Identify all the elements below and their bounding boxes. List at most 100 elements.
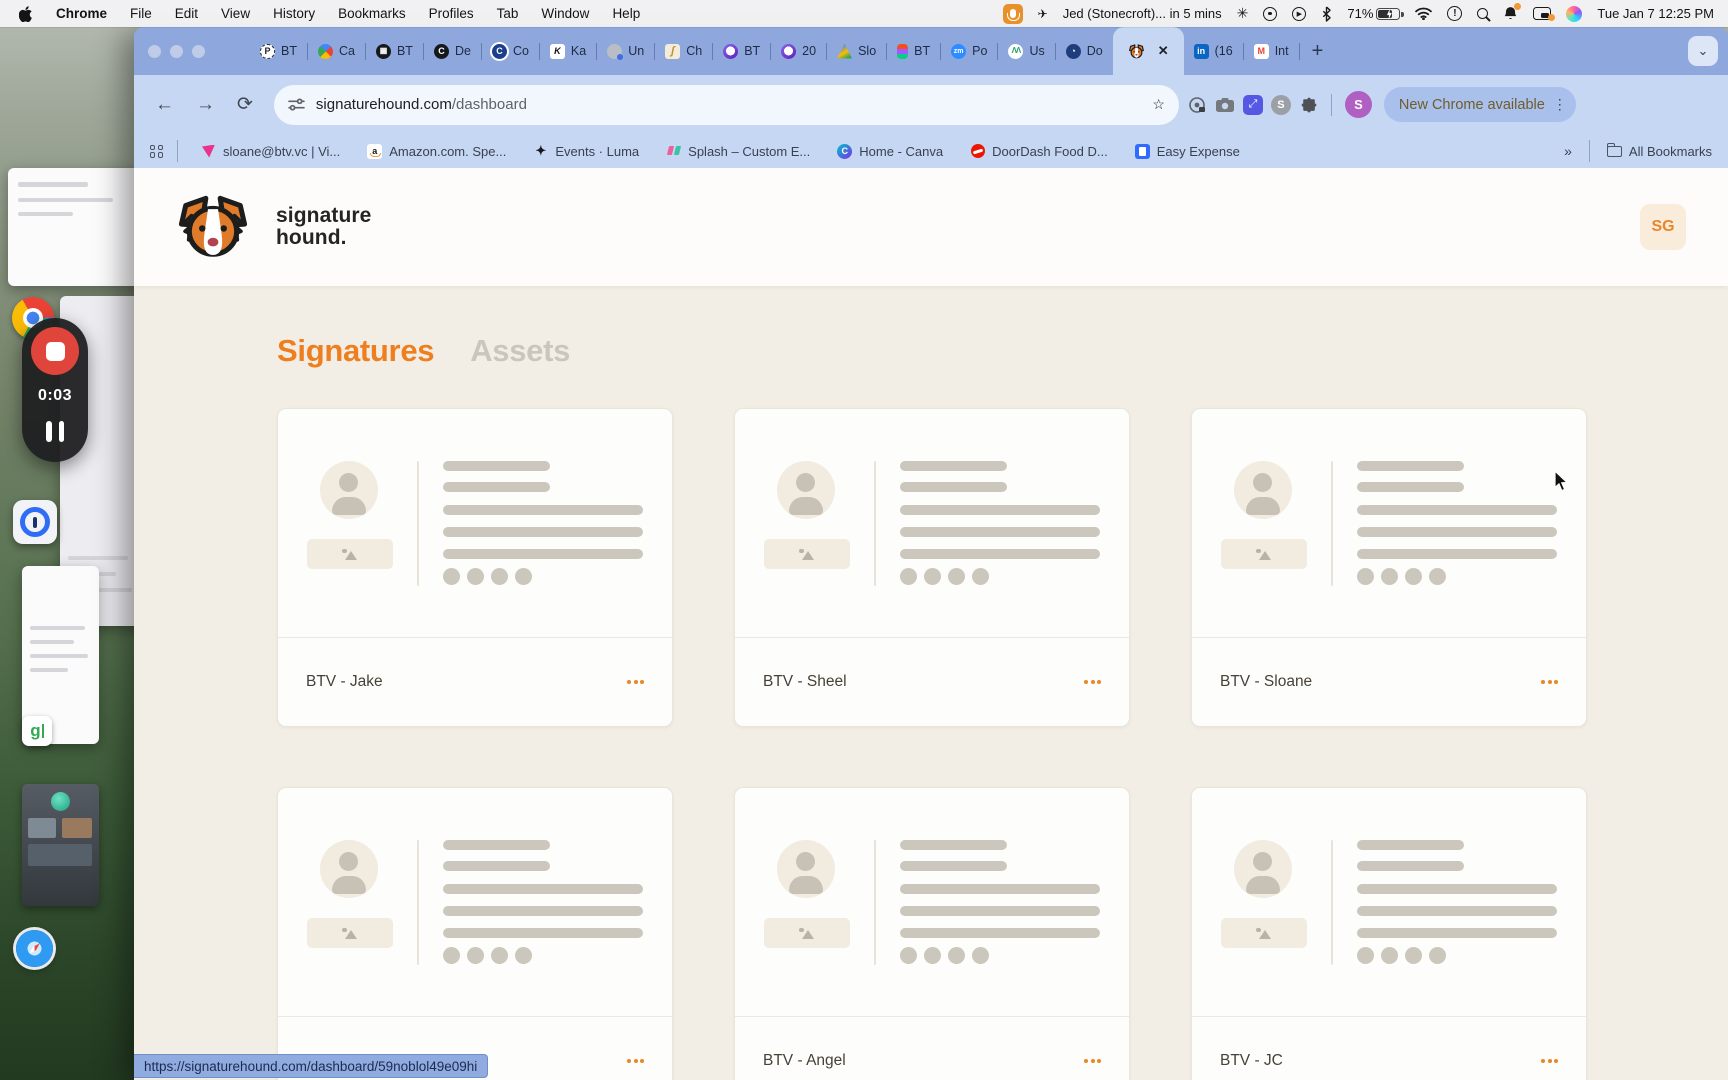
wifi-icon[interactable] [1415,7,1433,20]
tab-de[interactable]: C De [424,27,481,75]
tab-ch[interactable]: ʃ Ch [655,27,712,75]
forward-button[interactable]: → [189,94,222,116]
tab-us[interactable]: ΛΛ Us [998,27,1054,75]
signature-preview [278,788,672,1016]
account-avatar[interactable]: SG [1640,204,1686,250]
tab-slo[interactable]: Slo [827,27,886,75]
tab-ca[interactable]: Ca [308,27,365,75]
apps-grid-icon[interactable] [150,144,163,158]
url-text[interactable]: signaturehound.com/dashboard [316,96,1141,113]
card-menu-icon[interactable] [1541,680,1558,684]
tab-bt-4[interactable]: BT [887,27,940,75]
site-settings-icon[interactable] [288,96,305,113]
bookmark-easy-expense[interactable]: Easy Expense [1126,143,1249,159]
camera-extension-icon[interactable] [1215,97,1235,113]
tab-po[interactable]: zm Po [941,27,997,75]
signature-card[interactable]: BTV - JC [1191,787,1587,1080]
menu-bar-clock[interactable]: Tue Jan 7 12:25 PM [1597,6,1714,21]
grammarly-app-icon[interactable]: g [22,716,52,746]
play-menu-icon[interactable]: ▶ [1292,6,1307,21]
spotlight-icon[interactable] [1477,8,1489,19]
update-alert-icon[interactable]: ! [1447,6,1463,21]
update-chrome-button[interactable]: New Chrome available ⋮ [1383,87,1576,122]
menu-bookmarks[interactable]: Bookmarks [338,6,406,21]
menu-view[interactable]: View [221,6,250,21]
signature-hound-logo[interactable] [176,194,250,260]
close-window-button[interactable] [148,44,161,58]
event-reminder-text[interactable]: Jed (Stonecroft)... in 5 mins [1063,6,1222,21]
flight-tracker-icon[interactable]: ✈ [1038,7,1048,21]
card-menu-icon[interactable] [1541,1059,1558,1063]
photo-collage-thumbnail[interactable] [22,784,99,906]
tab-linkedin[interactable]: in (16 [1184,27,1243,75]
tab-gmail[interactable]: M Int [1244,27,1299,75]
starburst-menu-icon[interactable]: ✳ [1237,5,1249,22]
stop-recording-button[interactable] [31,327,79,375]
tab-assets[interactable]: Assets [470,333,570,369]
bookmark-sloane[interactable]: sloane@btv.vc | Vi... [192,144,349,159]
tab-un[interactable]: Un [597,27,654,75]
signature-card[interactable]: BTV - Angel [734,787,1130,1080]
safari-app-icon[interactable] [16,930,53,967]
password-extension-icon[interactable] [1187,95,1207,115]
menu-file[interactable]: File [130,6,152,21]
microphone-in-use-icon[interactable] [1002,3,1023,24]
background-window-thumbnail[interactable] [8,168,148,286]
card-menu-icon[interactable] [627,680,644,684]
active-tab-signature-hound[interactable]: ✕ [1112,27,1184,75]
bookmark-star-icon[interactable]: ☆ [1152,96,1165,113]
signature-card[interactable] [277,787,673,1080]
focus-menu-icon[interactable] [1263,6,1278,21]
more-menu-icon[interactable]: ⋮ [1553,96,1567,113]
menu-help[interactable]: Help [612,6,640,21]
pause-recording-button[interactable] [46,421,64,442]
card-menu-icon[interactable] [627,1059,644,1063]
bookmark-canva[interactable]: C Home - Canva [828,143,952,159]
close-tab-icon[interactable]: ✕ [1158,43,1169,59]
bookmark-luma[interactable]: ✦ Events · Luma [524,143,648,159]
battery-status[interactable]: 71% [1347,6,1404,21]
bookmarks-overflow-button[interactable]: » [1564,143,1572,159]
tab-bt-2[interactable]: ▦ BT [366,27,423,75]
profile-avatar[interactable]: S [1344,91,1372,118]
zoom-window-button[interactable] [192,44,205,58]
tab-do[interactable]: ◔ Do [1056,27,1113,75]
tab-signatures[interactable]: Signatures [277,333,435,369]
onepassword-app-icon[interactable] [13,500,57,544]
screen-mirroring-icon[interactable] [1533,7,1556,21]
brand-wordmark[interactable]: signature hound. [276,204,371,250]
bluetooth-icon[interactable] [1321,5,1332,22]
tab-ka[interactable]: K Ka [540,27,596,75]
tab-bt-1[interactable]: P BT [250,27,307,75]
card-menu-icon[interactable] [1084,1059,1101,1063]
tab-co[interactable]: C Co [482,27,539,75]
bookmark-splash[interactable]: Splash – Custom E... [657,144,819,159]
bookmark-amazon[interactable]: a Amazon.com. Spe... [358,143,515,159]
address-bar[interactable]: signaturehound.com/dashboard ☆ [273,84,1179,125]
notification-icon[interactable] [1503,3,1522,21]
apple-menu-icon[interactable] [19,5,33,22]
menu-profiles[interactable]: Profiles [429,6,474,21]
signature-card[interactable]: BTV - Jake [277,408,673,727]
signature-card[interactable]: BTV - Sheel [734,408,1130,727]
tab-20[interactable]: 20 [771,27,826,75]
menu-window[interactable]: Window [541,6,589,21]
all-bookmarks-button[interactable]: All Bookmarks [1606,142,1712,159]
menu-tab[interactable]: Tab [497,6,519,21]
minimize-window-button[interactable] [170,44,183,58]
tab-bt-3[interactable]: BT [713,27,770,75]
reload-button[interactable]: ⟳ [230,93,260,116]
s-extension-icon[interactable]: S [1270,94,1291,115]
siri-icon[interactable] [1566,5,1583,22]
card-menu-icon[interactable] [1084,680,1101,684]
menu-edit[interactable]: Edit [175,6,198,21]
bookmark-doordash[interactable]: DoorDash Food D... [961,144,1117,159]
tab-search-button[interactable]: ⌄ [1688,36,1718,66]
extensions-puzzle-icon[interactable] [1299,95,1318,114]
resize-extension-icon[interactable]: ⤢ [1242,94,1263,115]
menu-app-name[interactable]: Chrome [56,6,107,21]
signature-card[interactable]: BTV - Sloane [1191,408,1587,727]
back-button[interactable]: ← [148,94,181,116]
menu-history[interactable]: History [273,6,315,21]
new-tab-button[interactable]: + [1300,40,1336,63]
